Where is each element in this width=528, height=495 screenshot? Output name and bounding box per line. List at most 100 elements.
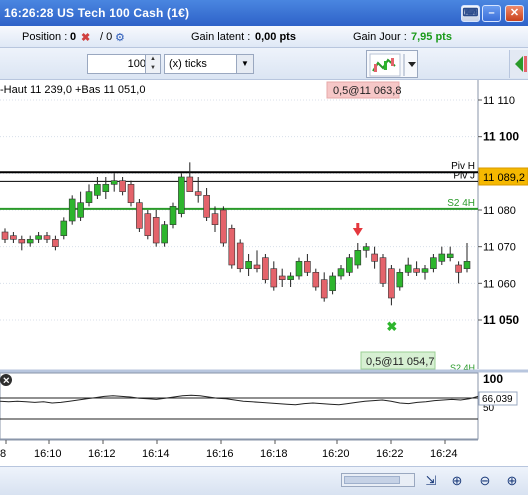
candle-body xyxy=(220,209,227,244)
candle-body xyxy=(312,272,320,288)
candle-body xyxy=(455,264,462,273)
candle-body xyxy=(379,257,387,284)
down-arrow-icon-stem xyxy=(356,223,360,229)
scrollbar-thumb[interactable] xyxy=(344,476,400,484)
candle-body xyxy=(413,268,420,273)
svg-text:✕: ✕ xyxy=(3,376,11,386)
candle-body xyxy=(68,198,76,222)
latent-gain-label: Gain latent : xyxy=(191,31,251,43)
candle-body xyxy=(85,191,93,203)
candle-body xyxy=(354,250,362,266)
x-tick-label: 16:16 xyxy=(206,448,234,460)
x-tick-label: 16:22 xyxy=(376,448,404,460)
candle-body xyxy=(1,231,9,240)
quantity-stepper[interactable]: ▲ ▼ xyxy=(145,54,161,74)
candle-body xyxy=(203,195,210,218)
candle-body xyxy=(320,279,328,299)
side-panel-toggle[interactable] xyxy=(509,50,528,78)
candle-body xyxy=(245,261,252,269)
keyboard-icon[interactable]: ⌨ xyxy=(461,5,480,22)
x-tick-label: 16:20 xyxy=(322,448,350,460)
zoom-out-icon[interactable]: ⊖ xyxy=(474,471,496,491)
candle-body xyxy=(295,261,303,277)
s2-4h-label: S2 4H xyxy=(447,198,475,209)
zoom-fit-icon[interactable]: ⊕ xyxy=(446,471,468,491)
piv-j-label: Piv J xyxy=(453,170,475,181)
candle-body xyxy=(430,257,437,269)
candle-body xyxy=(253,264,261,269)
candle-body xyxy=(43,235,51,240)
price-tag: 11 089,2 xyxy=(478,167,528,186)
candle-body xyxy=(110,180,118,185)
zoom-in-icon[interactable]: ⊕ xyxy=(501,471,523,491)
top-order-label[interactable]: 0,5@11 063,8 xyxy=(326,81,401,99)
minimize-button[interactable]: – xyxy=(482,5,501,22)
candle-body xyxy=(194,191,202,196)
candle-body xyxy=(388,268,395,299)
stepper-down-icon[interactable]: ▼ xyxy=(146,64,160,73)
y-tick-label: 11 080 xyxy=(483,205,516,217)
close-oscillator-button[interactable]: ✕ xyxy=(0,374,12,386)
tick-mode-value: (x) ticks xyxy=(169,58,207,70)
window-title: 16:26:28 US Tech 100 Cash (1€) xyxy=(4,6,190,20)
price-chart[interactable]: Piv HPiv JS2 4HS2 4H ✖ 11 11011 10011 09… xyxy=(0,80,528,495)
y-tick-label: 11 110 xyxy=(483,95,515,107)
horizontal-scrollbar[interactable] xyxy=(341,473,415,487)
scroll-end-icon[interactable]: ⇲ xyxy=(420,471,442,491)
chart-tools-icon xyxy=(369,53,416,77)
candle-body xyxy=(102,184,110,192)
bottom-order-label[interactable]: 0,5@11 054,7 xyxy=(360,351,436,370)
x-tick-label: 16:24 xyxy=(430,448,458,460)
top-order-label-text: 0,5@11 063,8 xyxy=(333,85,401,97)
candle-body xyxy=(446,253,454,258)
candle-body xyxy=(119,180,126,192)
order-toolbar: ▲ ▼ (x) ticks ▼ xyxy=(0,48,528,80)
y-tick-label: 11 050 xyxy=(483,313,519,327)
candle-body xyxy=(161,224,168,244)
price-tag-text: 11 089,2 xyxy=(483,172,525,184)
oscillator-top-label: 100 xyxy=(483,372,503,386)
oscillator-value-tag: 66,039 xyxy=(478,391,518,406)
close-position-icon[interactable]: ✖ xyxy=(81,31,90,44)
settings-gear-icon[interactable]: ⚙ xyxy=(115,31,125,44)
position-info-bar: Position : 0 ✖ / 0 ⚙ Gain latent : 0,00 … xyxy=(0,26,528,48)
y-tick-label: 11 100 xyxy=(483,130,519,144)
high-low-text: -Haut 11 239,0 +Bas 11 051,0 xyxy=(0,84,145,96)
chart-tools-button[interactable] xyxy=(366,50,418,78)
candle-body xyxy=(152,217,160,244)
quantity-input[interactable] xyxy=(87,54,151,74)
bottom-toolbar: ⇲ ⊕ ⊖ ⊕ xyxy=(0,466,528,495)
y-tick-label: 11 060 xyxy=(483,278,516,290)
candle-body xyxy=(136,202,143,229)
position-value: 0 xyxy=(70,31,77,43)
latent-gain-value: 0,00 pts xyxy=(255,31,296,43)
cross-marker-icon: ✖ xyxy=(386,319,397,334)
candle-body xyxy=(287,275,294,280)
candle-body xyxy=(346,257,353,273)
candle-body xyxy=(178,176,185,214)
stepper-up-icon[interactable]: ▲ xyxy=(146,55,160,64)
chart-canvas[interactable]: Piv HPiv JS2 4HS2 4H ✖ 11 11011 10011 09… xyxy=(0,80,528,466)
candle-body xyxy=(421,268,429,273)
candle-body xyxy=(404,264,412,273)
title-bar: 16:26:28 US Tech 100 Cash (1€) ⌨ – ✕ xyxy=(0,0,528,26)
chevron-down-icon[interactable]: ▼ xyxy=(236,55,253,73)
close-button[interactable]: ✕ xyxy=(505,5,524,22)
candle-body xyxy=(228,228,236,266)
candle-body xyxy=(329,275,336,291)
x-tick-label: 16:10 xyxy=(34,448,62,460)
candle-body xyxy=(169,206,177,225)
candle-body xyxy=(236,242,244,269)
side-panel-icon xyxy=(515,56,527,72)
x-tick-label: 16:14 xyxy=(142,448,170,460)
candle-body xyxy=(186,176,194,192)
day-gain-value: 7,95 pts xyxy=(411,31,452,43)
candle-body xyxy=(211,213,219,225)
candle-body xyxy=(463,261,471,269)
candle-body xyxy=(144,213,152,236)
bottom-order-label-text: 0,5@11 054,7 xyxy=(366,356,434,368)
position-label: Position : xyxy=(22,31,68,43)
candle-body xyxy=(94,184,101,196)
ratio-value: / 0 xyxy=(100,31,113,43)
tick-mode-select[interactable]: (x) ticks ▼ xyxy=(164,54,254,74)
